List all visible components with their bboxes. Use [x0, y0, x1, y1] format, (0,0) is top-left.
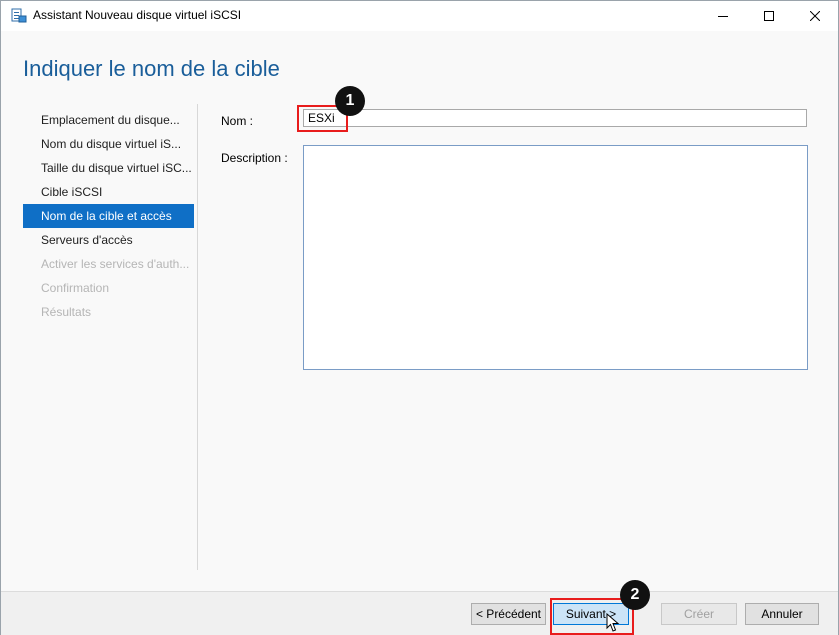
cancel-button[interactable]: Annuler [745, 603, 819, 625]
sidebar-item-cible-iscsi[interactable]: Cible iSCSI [23, 180, 194, 204]
window-title: Assistant Nouveau disque virtuel iSCSI [33, 8, 242, 22]
wizard-steps-sidebar: Emplacement du disque... Nom du disque v… [23, 108, 194, 324]
close-icon [810, 11, 820, 21]
sidebar-divider [197, 104, 198, 570]
title-bar[interactable]: Assistant Nouveau disque virtuel iSCSI [1, 1, 838, 31]
sidebar-item-nom-cible[interactable]: Nom de la cible et accès [23, 204, 194, 228]
sidebar-item-taille-disque[interactable]: Taille du disque virtuel iSC... [23, 156, 194, 180]
previous-button[interactable]: < Précédent [471, 603, 546, 625]
description-textarea[interactable] [303, 145, 808, 370]
name-label: Nom : [221, 114, 254, 128]
iscsi-wizard-icon [11, 7, 27, 23]
annotation-step-1-badge: 1 [335, 86, 365, 116]
maximize-icon [764, 11, 774, 21]
sidebar-item-services-auth: Activer les services d'auth... [41, 257, 190, 271]
annotation-highlight-next [550, 598, 634, 635]
sidebar-item-emplacement[interactable]: Emplacement du disque... [23, 108, 194, 132]
create-button: Créer [661, 603, 737, 625]
description-label: Description : [221, 151, 288, 165]
maximize-button[interactable] [746, 1, 792, 31]
close-button[interactable] [792, 1, 838, 31]
sidebar-item-confirmation: Confirmation [41, 281, 110, 295]
page-title: Indiquer le nom de la cible [23, 56, 280, 81]
sidebar-item-serveurs-acces[interactable]: Serveurs d'accès [23, 228, 194, 252]
annotation-step-2-badge: 2 [620, 580, 650, 610]
wizard-window: Assistant Nouveau disque virtuel iSCSI I… [0, 0, 839, 635]
minimize-button[interactable] [700, 1, 746, 31]
sidebar-item-nom-disque[interactable]: Nom du disque virtuel iS... [23, 132, 194, 156]
sidebar-item-resultats: Résultats [41, 305, 92, 319]
minimize-icon [718, 16, 728, 17]
name-input[interactable] [303, 109, 807, 127]
mouse-pointer-icon [606, 613, 620, 632]
